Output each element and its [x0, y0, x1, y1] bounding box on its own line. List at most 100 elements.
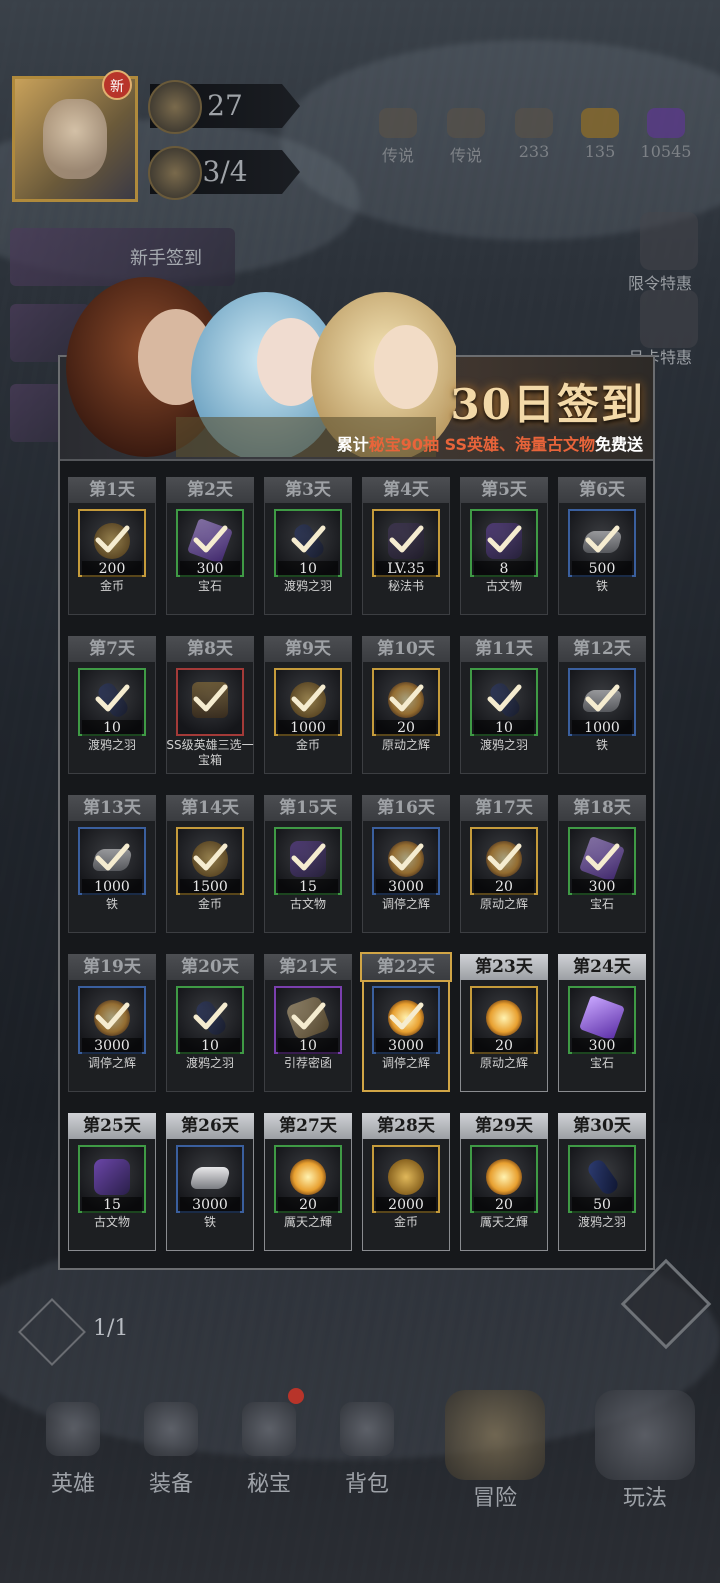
day-cell-30[interactable]: 第30天 50 渡鸦之羽 — [558, 1113, 646, 1253]
resource-ore[interactable]: 传说 — [436, 108, 496, 166]
nav-hero[interactable]: 英雄 — [28, 1380, 118, 1510]
day-cell-16[interactable]: 第16天 3000 调停之辉 — [362, 795, 450, 935]
reward-qty: 15 — [82, 1197, 142, 1213]
nav-equipment[interactable]: 装备 — [126, 1380, 216, 1510]
day-cell-1[interactable]: 第1天 200 金币 — [68, 477, 156, 617]
stage-counter[interactable]: 1/1 — [18, 1298, 138, 1366]
crossed-swords-icon — [445, 1390, 545, 1480]
nav-adventure[interactable]: 冒险 — [430, 1380, 560, 1520]
reward-qty: 15 — [278, 879, 338, 895]
reward-item: 20 — [470, 827, 538, 895]
reward-qty: LV.35 — [376, 561, 436, 577]
reward-qty: 20 — [474, 1038, 534, 1054]
day-label: 第8天 — [166, 636, 254, 662]
notification-dot — [288, 1388, 304, 1404]
resource-purple-gem[interactable]: 10545 — [636, 108, 696, 161]
day-cell-10[interactable]: 第10天 20 原动之辉 — [362, 636, 450, 776]
day-cell-22[interactable]: 第22天 3000 调停之辉 — [360, 952, 452, 1094]
day-cell-8[interactable]: 第8天 SS级英雄三选一宝箱 — [166, 636, 254, 776]
day-cell-15[interactable]: 第15天 15 古文物 — [264, 795, 352, 935]
day-cell-11[interactable]: 第11天 10 渡鸦之羽 — [460, 636, 548, 776]
day-cell-25[interactable]: 第25天 15 古文物 — [68, 1113, 156, 1253]
resource-gold[interactable]: 135 — [570, 108, 630, 161]
day-cell-2[interactable]: 第2天 300 宝石 — [166, 477, 254, 617]
avatar-portrait — [43, 99, 107, 179]
reward-name: 铁 — [595, 579, 608, 593]
day-cell-17[interactable]: 第17天 20 原动之辉 — [460, 795, 548, 935]
reward-item: 2000 — [372, 1145, 440, 1213]
coin-icon — [388, 1159, 424, 1195]
check-icon — [389, 1002, 424, 1030]
day-cell-20[interactable]: 第20天 10 渡鸦之羽 — [166, 954, 254, 1094]
day-label: 第19天 — [68, 954, 156, 980]
day-cell-12[interactable]: 第12天 1000 铁 — [558, 636, 646, 776]
day-cell-14[interactable]: 第14天 1500 金币 — [166, 795, 254, 935]
check-icon — [95, 525, 130, 553]
reward-name: 渡鸦之羽 — [87, 738, 136, 752]
day-label: 第30天 — [558, 1113, 646, 1139]
day-cell-26[interactable]: 第26天 3000 铁 — [166, 1113, 254, 1253]
treasure-icon — [242, 1402, 296, 1456]
glow-icon — [290, 1159, 326, 1195]
day-cell-28[interactable]: 第28天 2000 金币 — [362, 1113, 450, 1253]
reward-qty: 10 — [278, 561, 338, 577]
day-cell-27[interactable]: 第27天 20 厲天之輝 — [264, 1113, 352, 1253]
reward-qty: 20 — [376, 720, 436, 736]
day-cell-24[interactable]: 第24天 300 宝石 — [558, 954, 646, 1094]
check-icon — [389, 684, 424, 712]
iron-icon — [189, 1167, 231, 1189]
day-label: 第6天 — [558, 477, 646, 503]
resource-wood[interactable]: 传说 — [368, 108, 428, 166]
check-icon — [585, 843, 620, 871]
nav-gameplay[interactable]: 玩法 — [580, 1380, 710, 1520]
reward-item: 10 — [274, 509, 342, 577]
day-label: 第27天 — [264, 1113, 352, 1139]
day-label: 第26天 — [166, 1113, 254, 1139]
reward-item: 15 — [274, 827, 342, 895]
reward-item: 10 — [176, 986, 244, 1054]
day-cell-29[interactable]: 第29天 20 厲天之輝 — [460, 1113, 548, 1253]
day-cell-13[interactable]: 第13天 1000 铁 — [68, 795, 156, 935]
reward-name: 渡鸦之羽 — [283, 579, 332, 593]
day-label: 第7天 — [68, 636, 156, 662]
day-cell-3[interactable]: 第3天 10 渡鸦之羽 — [264, 477, 352, 617]
bottom-nav: 英雄 装备 秘宝 背包 冒险 玩法 — [0, 1380, 720, 1530]
nav-bag[interactable]: 背包 — [322, 1380, 412, 1510]
reward-name: 金币 — [393, 1215, 418, 1229]
resource-crystal[interactable]: 233 — [504, 108, 564, 161]
nav-treasure[interactable]: 秘宝 — [224, 1380, 314, 1510]
day-cell-23[interactable]: 第23天 20 原动之辉 — [460, 954, 548, 1094]
day-label: 第22天 — [360, 952, 452, 982]
day-cell-5[interactable]: 第5天 8 古文物 — [460, 477, 548, 617]
limited-offer-button[interactable] — [640, 212, 698, 270]
day-cell-7[interactable]: 第7天 10 渡鸦之羽 — [68, 636, 156, 776]
reward-item: 20 — [470, 986, 538, 1054]
reward-name: 调停之辉 — [381, 897, 430, 911]
check-icon — [585, 525, 620, 553]
reward-qty: 500 — [572, 561, 632, 577]
day-cell-19[interactable]: 第19天 3000 调停之辉 — [68, 954, 156, 1094]
monthly-card-button[interactable] — [640, 290, 698, 348]
hero-portraits-art — [66, 277, 456, 457]
reward-item: 10 — [78, 668, 146, 736]
check-icon — [291, 1002, 326, 1030]
compass-icon — [148, 80, 202, 134]
reward-qty: 3000 — [180, 1197, 240, 1213]
reward-item: 15 — [78, 1145, 146, 1213]
day-label: 第25天 — [68, 1113, 156, 1139]
reward-item: 300 — [568, 986, 636, 1054]
modal-subtitle: 累计秘宝90抽 SS英雄、海量古文物免费送 — [336, 435, 643, 454]
day-cell-6[interactable]: 第6天 500 铁 — [558, 477, 646, 617]
day-cell-9[interactable]: 第9天 1000 金币 — [264, 636, 352, 776]
modal-title: 30日签到 — [450, 380, 645, 429]
day-label: 第13天 — [68, 795, 156, 821]
reward-qty: 1000 — [572, 720, 632, 736]
day-label: 第2天 — [166, 477, 254, 503]
day-cell-21[interactable]: 第21天 10 引荐密函 — [264, 954, 352, 1094]
day-cell-4[interactable]: 第4天 LV.35 秘法书 — [362, 477, 450, 617]
day-cell-18[interactable]: 第18天 300 宝石 — [558, 795, 646, 935]
reward-item: 3000 — [78, 986, 146, 1054]
reward-name: 原动之辉 — [479, 1056, 528, 1070]
reward-qty: 10 — [82, 720, 142, 736]
equipment-icon — [144, 1402, 198, 1456]
